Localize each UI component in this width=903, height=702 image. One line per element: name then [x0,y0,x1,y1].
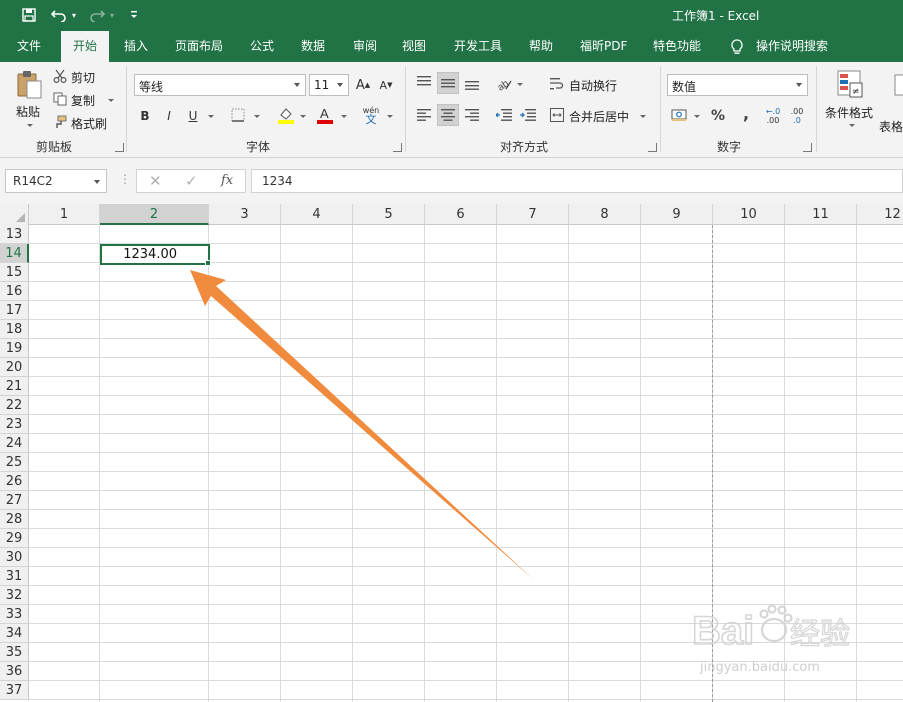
annotation-arrow-shape [190,270,534,580]
baidu-jingyan-logo: Bai 经验 [691,604,851,654]
annotation-arrow [190,270,534,580]
svg-text:Bai: Bai [692,609,754,653]
watermark-domain: jingyan.baidu.com [700,660,820,675]
svg-text:经验: 经验 [790,617,850,652]
